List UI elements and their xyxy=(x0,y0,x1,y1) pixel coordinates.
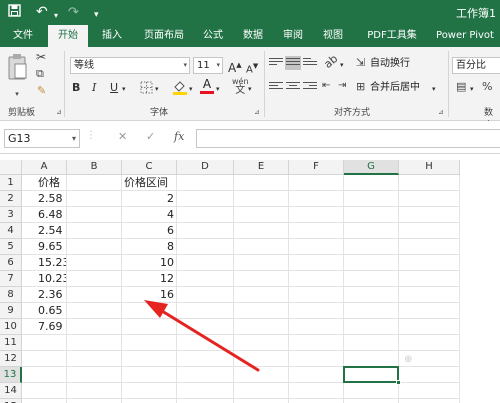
annotation-arrow xyxy=(144,300,260,372)
watermark-logo: ⊕ xyxy=(404,354,413,365)
